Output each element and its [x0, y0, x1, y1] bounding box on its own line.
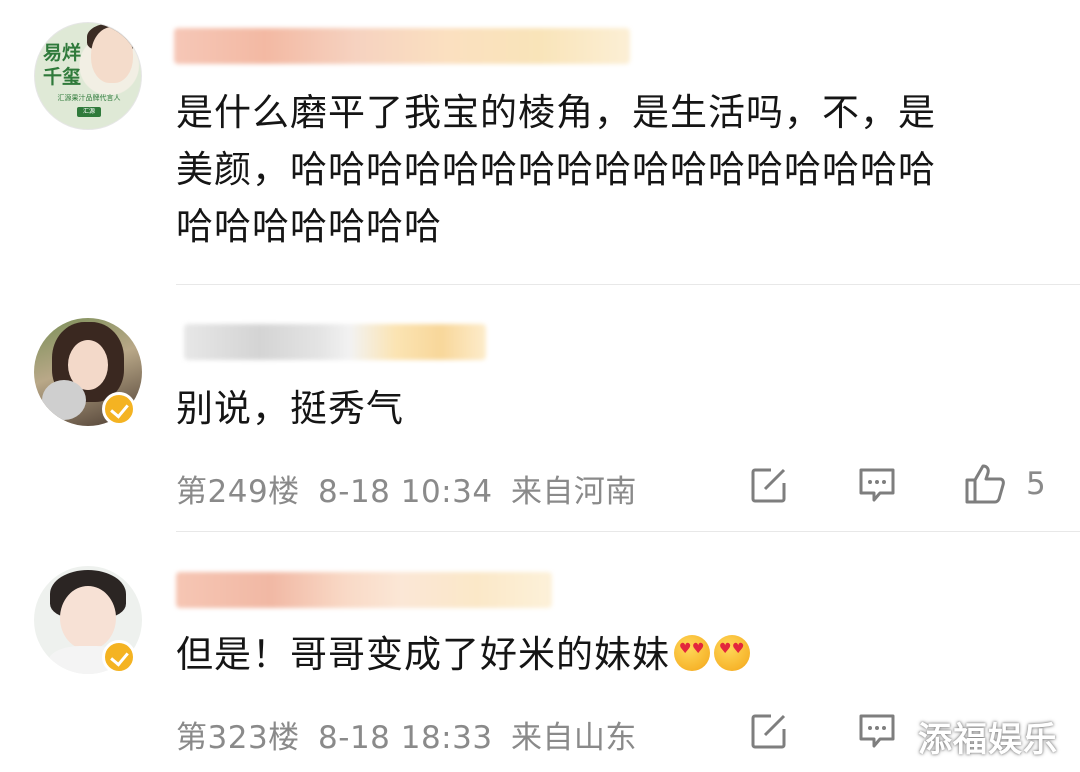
edit-square-icon[interactable] [749, 465, 789, 505]
avatar-brand-text: 易烊 千玺 [43, 41, 99, 89]
divider [176, 284, 1080, 285]
divider [176, 531, 1080, 532]
edit-square-icon[interactable] [749, 711, 789, 751]
comment-time: 8-18 10:34 [318, 474, 493, 510]
comment-line-1: 是什么磨平了我宝的棱角，是生活吗，不，是 [176, 91, 936, 134]
comment-bubble-icon[interactable] [857, 711, 897, 751]
avatar-subtitle: 汇源果汁品牌代言人 [57, 94, 121, 102]
username-blurred[interactable] [184, 324, 486, 360]
thumbs-up-icon[interactable] [963, 462, 1007, 506]
heart-eyes-emoji-icon [674, 635, 710, 671]
like-count: 5 [1026, 466, 1046, 502]
avatar[interactable]: 易烊 千玺 汇源果汁品牌代言人 汇源 [34, 22, 142, 130]
comment-bubble-icon[interactable] [857, 465, 897, 505]
avatar-face [60, 586, 116, 650]
avatar-logo: 汇源 [77, 107, 101, 117]
comment-line-2: 美颜，哈哈哈哈哈哈哈哈哈哈哈哈哈哈哈哈哈 [176, 148, 936, 191]
comment-text: 别说，挺秀气 [176, 387, 404, 430]
watermark: 添福娱乐 [918, 720, 1058, 760]
username-blurred[interactable] [176, 572, 552, 608]
avatar-line-2: 千玺 [43, 66, 82, 88]
comment-meta: 第249楼 8-18 10:34 来自河南 [176, 466, 637, 511]
comment-body: 但是！哥哥变成了好米的妹妹 [176, 633, 670, 676]
verified-badge-icon [102, 640, 136, 674]
heart-eyes-emoji-icon [714, 635, 750, 671]
comment-line-3: 哈哈哈哈哈哈哈 [176, 205, 442, 248]
comment-meta: 第323楼 8-18 18:33 来自山东 [176, 712, 637, 757]
comment-text: 但是！哥哥变成了好米的妹妹 [176, 626, 1046, 683]
verified-badge-icon [102, 392, 136, 426]
avatar-line-1: 易烊 [43, 42, 82, 64]
username-blurred[interactable] [174, 28, 630, 64]
comment-location: 来自山东 [510, 720, 637, 756]
floor-number: 第323楼 [176, 720, 300, 756]
comment-text: 是什么磨平了我宝的棱角，是生活吗，不，是 美颜，哈哈哈哈哈哈哈哈哈哈哈哈哈哈哈哈… [176, 84, 1046, 255]
floor-number: 第249楼 [176, 474, 300, 510]
comment-time: 8-18 18:33 [318, 720, 493, 756]
avatar-dog [42, 380, 86, 420]
comment-location: 来自河南 [510, 474, 637, 510]
